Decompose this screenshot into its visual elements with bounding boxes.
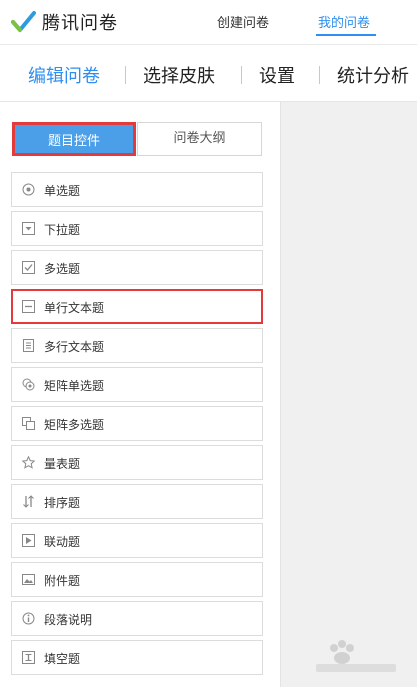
baidu-watermark-icon xyxy=(316,640,396,672)
logo-check-icon[interactable] xyxy=(10,9,36,35)
tab-settings[interactable]: 设置 xyxy=(259,62,295,88)
question-type-label: 填空题 xyxy=(44,652,81,666)
question-type-label: 排序题 xyxy=(44,496,81,510)
top-bar: 腾讯问卷 创建问卷 我的问卷 xyxy=(0,0,417,45)
question-type-multi-line-text[interactable]: 多行文本题 xyxy=(11,328,263,363)
tab-divider xyxy=(241,66,242,84)
radio-icon xyxy=(22,183,35,196)
question-type-label: 单选题 xyxy=(44,184,81,198)
logo-text[interactable]: 腾讯问卷 xyxy=(42,9,118,35)
dropdown-icon xyxy=(22,222,35,235)
tab-statistics[interactable]: 统计分析 xyxy=(337,62,409,88)
question-type-label: 下拉题 xyxy=(44,223,81,237)
tab-edit-survey[interactable]: 编辑问卷 xyxy=(28,62,100,88)
tab-divider xyxy=(125,66,126,84)
multi-line-text-icon xyxy=(23,339,34,352)
question-type-matrix-multiple-choice[interactable]: 矩阵多选题 xyxy=(11,406,263,441)
question-type-single-line-text[interactable]: 单行文本题 xyxy=(11,289,263,324)
star-icon xyxy=(22,456,35,469)
question-type-linkage[interactable]: 联动题 xyxy=(11,523,263,558)
survey-canvas xyxy=(281,102,417,687)
sort-icon xyxy=(23,495,34,508)
question-type-fill-blank[interactable]: 填空题 xyxy=(11,640,263,675)
single-line-text-icon xyxy=(22,300,35,313)
attachment-icon xyxy=(22,574,35,585)
question-type-scale[interactable]: 量表题 xyxy=(11,445,263,480)
matrix-checkbox-icon xyxy=(22,417,35,430)
question-type-attachment[interactable]: 附件题 xyxy=(11,562,263,597)
question-type-label: 多行文本题 xyxy=(44,340,105,354)
info-icon xyxy=(22,612,35,625)
question-type-single-choice[interactable]: 单选题 xyxy=(11,172,263,207)
segment-question-controls[interactable]: 题目控件 xyxy=(12,122,136,156)
editor-tabs: 编辑问卷 选择皮肤 设置 统计分析 xyxy=(0,45,417,102)
tab-divider xyxy=(319,66,320,84)
question-type-label: 单行文本题 xyxy=(44,301,105,315)
question-type-sort[interactable]: 排序题 xyxy=(11,484,263,519)
matrix-radio-icon xyxy=(22,378,35,391)
question-type-label: 矩阵单选题 xyxy=(44,379,105,393)
question-type-label: 段落说明 xyxy=(44,613,93,627)
question-type-label: 矩阵多选题 xyxy=(44,418,105,432)
question-type-label: 附件题 xyxy=(44,574,81,588)
question-type-matrix-single-choice[interactable]: 矩阵单选题 xyxy=(11,367,263,402)
active-nav-underline xyxy=(316,34,376,36)
question-type-label: 联动题 xyxy=(44,535,81,549)
question-type-label: 多选题 xyxy=(44,262,81,276)
question-type-list: 单选题 下拉题 多选题 单行文本题 多行文本题 矩阵单选题 矩阵多选题 量表题 xyxy=(11,172,263,679)
nav-my-surveys[interactable]: 我的问卷 xyxy=(318,12,370,31)
question-type-label: 量表题 xyxy=(44,457,81,471)
nav-create-survey[interactable]: 创建问卷 xyxy=(217,12,269,31)
question-type-multiple-choice[interactable]: 多选题 xyxy=(11,250,263,285)
segment-survey-outline[interactable]: 问卷大纲 xyxy=(137,122,262,156)
fill-blank-icon xyxy=(22,651,35,664)
tab-choose-skin[interactable]: 选择皮肤 xyxy=(143,62,215,88)
question-type-paragraph[interactable]: 段落说明 xyxy=(11,601,263,636)
linkage-icon xyxy=(22,534,35,547)
question-type-dropdown[interactable]: 下拉题 xyxy=(11,211,263,246)
question-controls-panel: 题目控件 问卷大纲 单选题 下拉题 多选题 单行文本题 多行文本题 矩阵单选题 xyxy=(0,102,281,687)
checkbox-icon xyxy=(22,261,35,274)
